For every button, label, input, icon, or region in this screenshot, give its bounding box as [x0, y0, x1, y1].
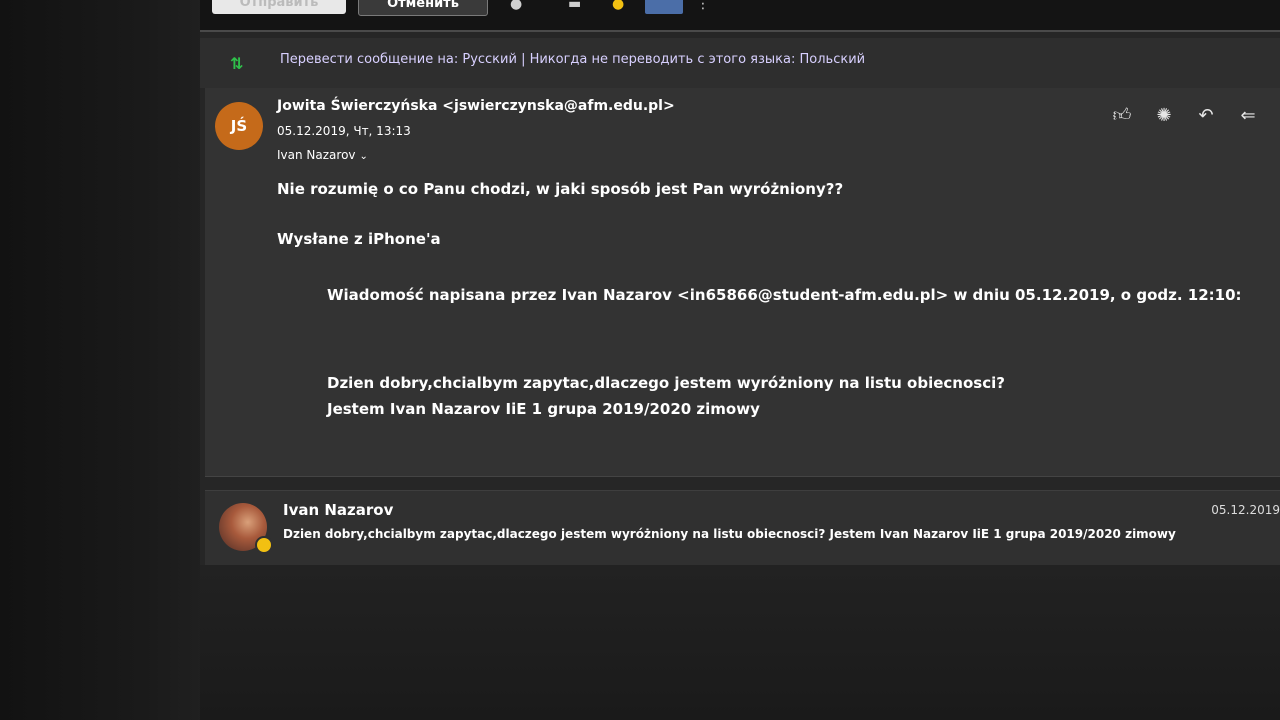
message-actions: 👍︎ ✺ ↶ ⇐ [1110, 104, 1260, 128]
thread-sender: Ivan Nazarov [283, 501, 394, 519]
chevron-down-icon[interactable]: ⌄ [360, 151, 368, 162]
format-icon[interactable] [645, 0, 683, 14]
image-icon[interactable]: ▬ [568, 0, 581, 12]
monitor-bezel [0, 0, 205, 720]
message-signature: Wysłane z iPhone'a [277, 230, 441, 248]
translate-link[interactable]: Перевести сообщение на: Русский | Никогд… [280, 52, 865, 67]
translate-bar: ⇅ Перевести сообщение на: Русский | Нико… [200, 38, 1280, 88]
cancel-button[interactable]: Отменить [358, 0, 488, 16]
thread-item[interactable]: Ivan Nazarov Dzien dobry,chcialbym zapyt… [205, 490, 1280, 565]
reply-icon[interactable]: ↶ [1194, 104, 1218, 128]
message-reading-pane: JŚ Jowita Świerczyńska <jswierczynska@af… [205, 88, 1280, 477]
empty-area [200, 565, 1280, 720]
like-icon[interactable]: 👍︎ [1110, 104, 1134, 128]
settings-icon[interactable]: ✺ [1152, 104, 1176, 128]
message-body-line: Nie rozumię o co Panu chodzi, w jaki spo… [277, 180, 844, 198]
quoted-body-line: Jestem Ivan Nazarov IiE 1 grupa 2019/202… [327, 400, 760, 418]
reply-all-icon[interactable]: ⇐ [1236, 104, 1260, 128]
thread-preview: Dzien dobry,chcialbym zapytac,dlaczego j… [283, 527, 1176, 541]
more-icon[interactable]: ⋮ [696, 0, 710, 12]
recipient-name: Ivan Nazarov [277, 148, 356, 162]
emoji-icon[interactable]: ● [612, 0, 624, 12]
presence-away-icon [255, 536, 273, 554]
send-button[interactable]: Отправить [212, 0, 346, 14]
sender-name[interactable]: Jowita Świerczyńska <jswierczynska@afm.e… [277, 98, 675, 114]
translate-icon[interactable]: ⇅ [230, 54, 243, 73]
sender-avatar[interactable]: JŚ [215, 102, 263, 150]
recipient-line[interactable]: Ivan Nazarov ⌄ [277, 148, 368, 162]
quoted-header: Wiadomość napisana przez Ivan Nazarov <i… [327, 286, 1242, 304]
attach-icon[interactable]: ● [510, 0, 522, 12]
compose-toolbar: Отправить Отменить ● ▬ ● ⋮ [200, 0, 1280, 32]
thread-date: 05.12.2019 [1211, 503, 1280, 517]
sent-date: 05.12.2019, Чт, 13:13 [277, 124, 411, 138]
quoted-body-line: Dzien dobry,chcialbym zapytac,dlaczego j… [327, 374, 1005, 392]
